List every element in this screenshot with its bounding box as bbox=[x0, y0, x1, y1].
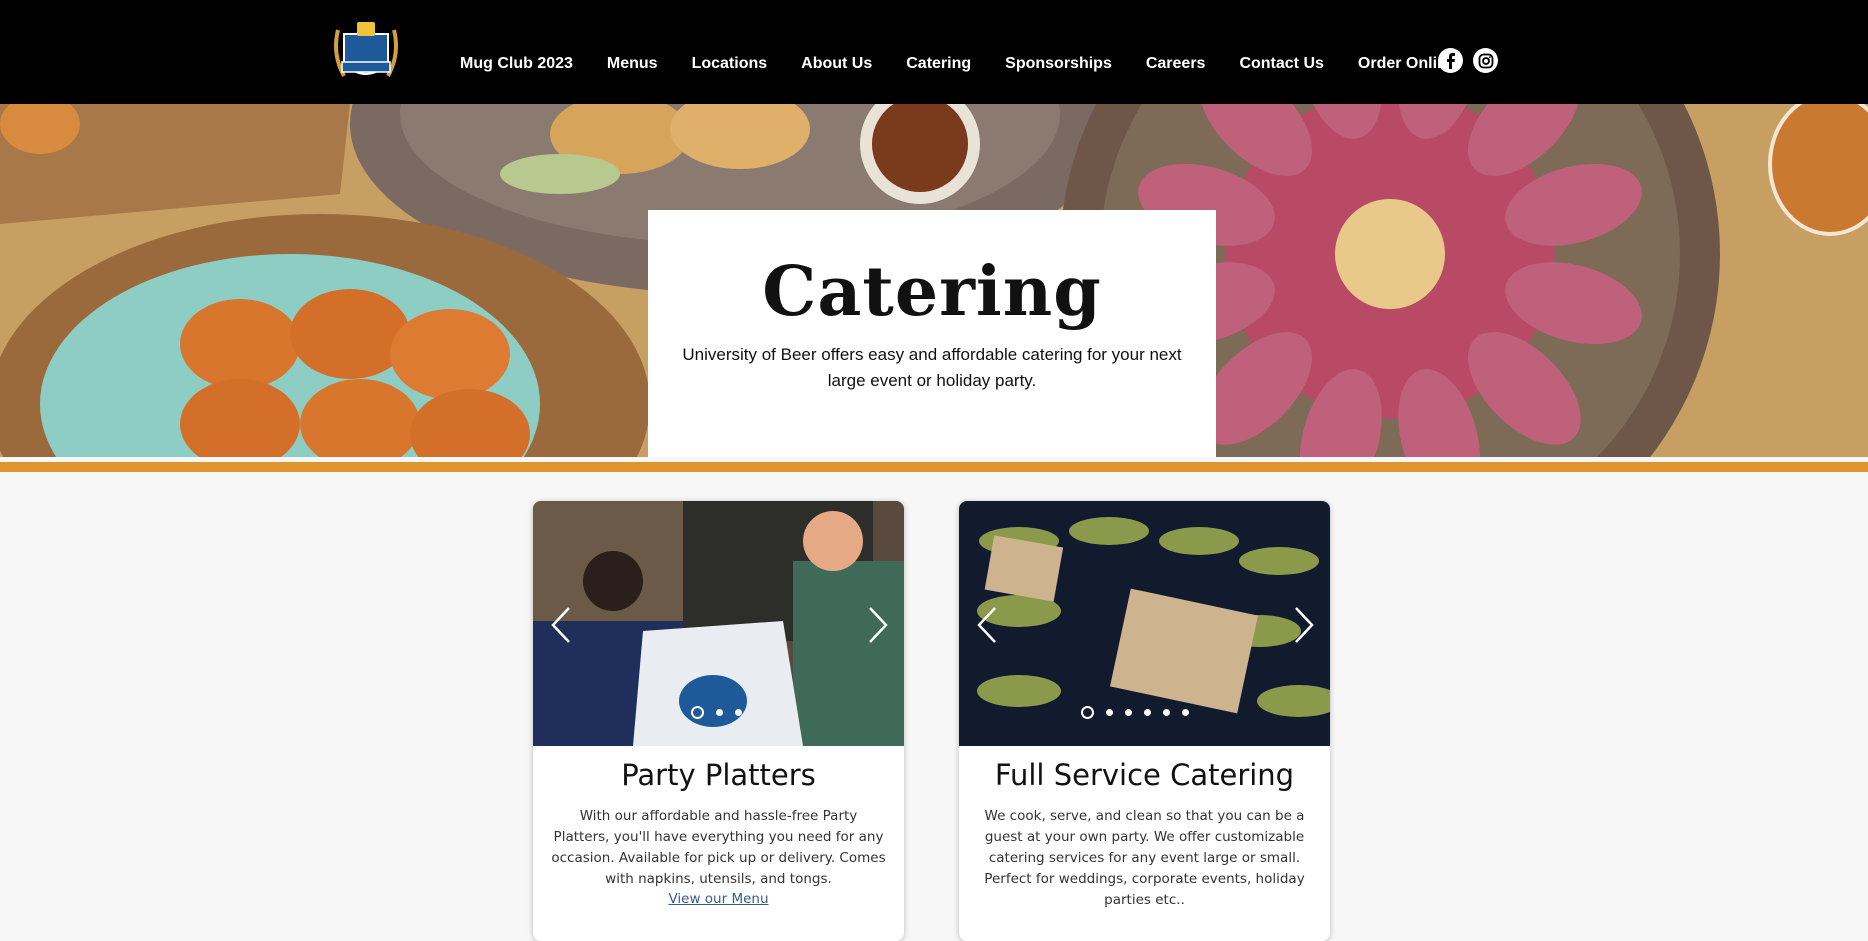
slide-dot[interactable] bbox=[716, 709, 723, 716]
view-menu-link[interactable]: View our Menu bbox=[533, 891, 904, 907]
hero-card: Catering University of Beer offers easy … bbox=[648, 210, 1216, 457]
slideshow-dots bbox=[1081, 706, 1189, 719]
party-platters-card: Party Platters With our affordable and h… bbox=[533, 501, 904, 941]
slide-dot[interactable] bbox=[1182, 709, 1189, 716]
nav-catering[interactable]: Catering bbox=[889, 50, 988, 78]
slide-dot[interactable] bbox=[1081, 706, 1094, 719]
page-title: Catering bbox=[762, 252, 1102, 332]
slide-dot[interactable] bbox=[1125, 709, 1132, 716]
party-platters-slideshow bbox=[533, 501, 904, 746]
nav-locations[interactable]: Locations bbox=[675, 50, 785, 78]
slideshow-dots bbox=[691, 706, 742, 719]
full-service-slideshow bbox=[959, 501, 1330, 746]
main-nav: Mug Club 2023 Menus Locations About Us C… bbox=[460, 50, 1473, 78]
slide-dot[interactable] bbox=[735, 709, 742, 716]
slideshow-prev-arrow[interactable] bbox=[547, 605, 575, 645]
card-description: With our affordable and hassle-free Part… bbox=[551, 808, 886, 887]
nav-sponsorships[interactable]: Sponsorships bbox=[988, 50, 1129, 78]
hero-food-image: Catering University of Beer offers easy … bbox=[0, 104, 1868, 457]
nav-contact-us[interactable]: Contact Us bbox=[1222, 50, 1340, 78]
accent-divider bbox=[0, 462, 1868, 472]
slideshow-next-arrow[interactable] bbox=[1290, 605, 1318, 645]
slide-dot[interactable] bbox=[691, 706, 704, 719]
card-description: We cook, serve, and clean so that you ca… bbox=[984, 808, 1305, 908]
card-title: Full Service Catering bbox=[994, 758, 1295, 792]
slide-dot[interactable] bbox=[1163, 709, 1170, 716]
slideshow-next-arrow[interactable] bbox=[864, 605, 892, 645]
facebook-icon[interactable] bbox=[1438, 48, 1463, 73]
full-service-catering-card: Full Service Catering We cook, serve, an… bbox=[959, 501, 1330, 941]
slideshow-prev-arrow[interactable] bbox=[973, 605, 1001, 645]
instagram-icon[interactable] bbox=[1473, 48, 1498, 73]
uob-logo[interactable] bbox=[330, 20, 402, 88]
card-title: Party Platters bbox=[621, 758, 816, 792]
nav-careers[interactable]: Careers bbox=[1129, 50, 1223, 78]
slide-dot[interactable] bbox=[1106, 709, 1113, 716]
nav-menus[interactable]: Menus bbox=[590, 50, 675, 78]
site-header: Mug Club 2023 Menus Locations About Us C… bbox=[0, 0, 1868, 104]
hero-description: University of Beer offers easy and affor… bbox=[682, 345, 1182, 390]
slide-dot[interactable] bbox=[1144, 709, 1151, 716]
nav-mug-club[interactable]: Mug Club 2023 bbox=[460, 50, 590, 78]
nav-about-us[interactable]: About Us bbox=[784, 50, 889, 78]
